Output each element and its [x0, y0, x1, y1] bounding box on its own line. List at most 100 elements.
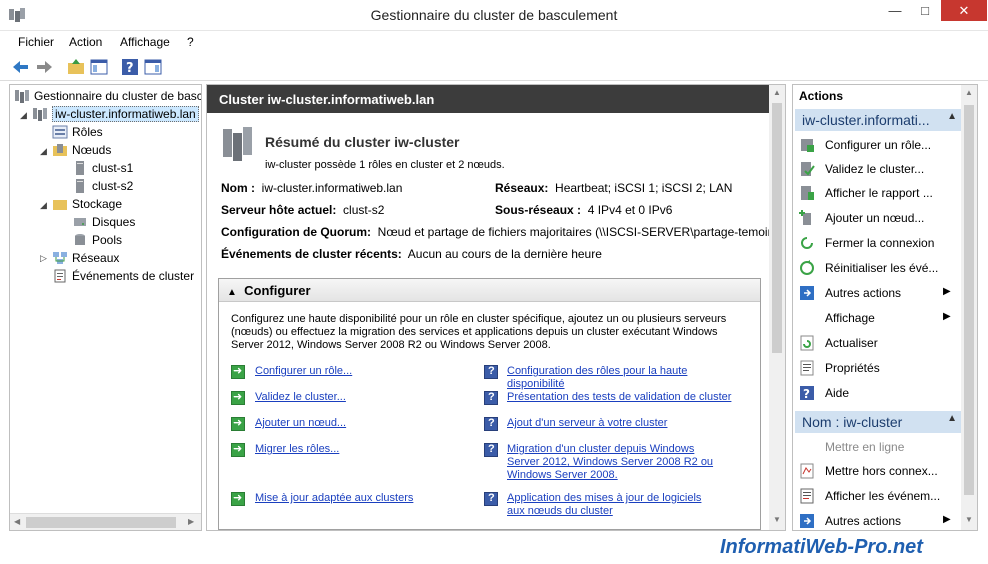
- link-config-roles-ha[interactable]: Configuration des rôles pour la haute di…: [507, 365, 747, 391]
- expand-networks-icon[interactable]: ▷: [40, 253, 47, 264]
- tree-cluster-events[interactable]: Événements de cluster: [52, 267, 194, 285]
- collapse-storage-icon[interactable]: ◢: [40, 200, 47, 211]
- center-pane: Cluster iw-cluster.informatiweb.lan Résu…: [206, 84, 786, 531]
- cluster-summary-icon: [223, 127, 252, 161]
- action-reinitialiser-evenements[interactable]: Réinitialiser les évé...: [799, 259, 938, 277]
- actions-section-name[interactable]: Nom : iw-cluster ▲: [795, 411, 961, 433]
- actions-vertical-scrollbar[interactable]: ▲ ▼: [961, 85, 977, 530]
- back-arrow-icon[interactable]: [11, 57, 31, 77]
- tree-node-clust-s2[interactable]: clust-s2: [72, 177, 133, 195]
- collapse-section-icon[interactable]: ▲: [947, 111, 957, 122]
- console-tree: Gestionnaire du cluster de basculement ◢…: [9, 84, 202, 531]
- prop-host-server: Serveur hôte actuel: clust-s2: [221, 203, 385, 217]
- summary-description: iw-cluster possède 1 rôles en cluster et…: [265, 159, 505, 171]
- action-autres-actions-1[interactable]: Autres actions: [799, 284, 901, 302]
- configurer-description: Configurez une haute disponibilité pour …: [231, 313, 727, 351]
- maximize-button[interactable]: □: [910, 0, 940, 21]
- minimize-button[interactable]: —: [880, 0, 910, 21]
- configurer-panel: ▲ Configurer Configurez une haute dispon…: [218, 278, 761, 530]
- action-proprietes[interactable]: Propriétés: [799, 359, 880, 377]
- collapse-nodes-icon[interactable]: ◢: [40, 146, 47, 157]
- tree-pools[interactable]: Pools: [72, 231, 122, 249]
- tree-disks[interactable]: Disques: [72, 213, 135, 231]
- collapse-cluster-icon[interactable]: ◢: [20, 110, 27, 121]
- action-mettre-en-ligne[interactable]: Mettre en ligne: [825, 438, 904, 456]
- action-arrow-icon: [231, 491, 245, 506]
- take-offline-icon: [800, 463, 814, 479]
- center-vertical-scrollbar[interactable]: ▲ ▼: [769, 85, 785, 530]
- tree-root[interactable]: Gestionnaire du cluster de basculement: [14, 87, 201, 105]
- help-book-icon: [484, 391, 498, 405]
- help-book-icon: [484, 492, 498, 506]
- help-icon: ?: [800, 386, 814, 401]
- menu-action[interactable]: Action: [69, 35, 102, 49]
- scroll-up-icon[interactable]: ▲: [773, 88, 781, 97]
- action-afficher-evenements[interactable]: Afficher les événem...: [799, 487, 940, 505]
- tree-networks[interactable]: Réseaux: [52, 249, 119, 267]
- action-autres-actions-2[interactable]: Autres actions: [799, 512, 901, 530]
- show-hide-tree-icon[interactable]: [89, 57, 109, 77]
- help-icon[interactable]: ?: [120, 57, 140, 77]
- scroll-down-icon[interactable]: ▼: [965, 515, 973, 524]
- minimize-icon: —: [888, 3, 902, 18]
- scroll-right-icon[interactable]: ▶: [188, 517, 194, 526]
- forward-arrow-icon[interactable]: [34, 57, 54, 77]
- action-configurer-role[interactable]: Configurer un rôle...: [799, 136, 931, 154]
- menu-fichier[interactable]: Fichier: [18, 35, 54, 49]
- storage-folder-icon: [53, 200, 67, 210]
- disk-icon: [74, 218, 86, 226]
- scroll-up-icon[interactable]: ▲: [965, 88, 973, 97]
- tree-nodes[interactable]: Nœuds: [52, 141, 111, 159]
- action-aide[interactable]: ? Aide: [799, 384, 849, 402]
- collapse-triangle-icon[interactable]: ▲: [227, 287, 237, 298]
- action-actualiser[interactable]: Actualiser: [799, 334, 878, 352]
- maximize-icon: □: [921, 3, 929, 18]
- link-ajout-serveur[interactable]: Ajout d'un serveur à votre cluster: [507, 417, 747, 430]
- link-configurer-role[interactable]: Configurer un rôle...: [255, 365, 352, 378]
- window-title: Gestionnaire du cluster de basculement: [370, 7, 618, 23]
- cluster-manager-icon: [15, 90, 29, 103]
- server-icon: [76, 161, 84, 175]
- configurer-header[interactable]: ▲ Configurer: [219, 279, 760, 302]
- action-validez-cluster[interactable]: Validez le cluster...: [799, 160, 924, 178]
- refresh-icon: [800, 335, 814, 351]
- menu-affichage[interactable]: Affichage: [120, 35, 170, 49]
- actions-section-cluster[interactable]: iw-cluster.informati... ▲: [795, 109, 961, 131]
- pool-icon: [75, 234, 85, 245]
- collapse-section-icon[interactable]: ▲: [947, 413, 957, 424]
- action-afficher-rapport[interactable]: Afficher le rapport ...: [799, 184, 933, 202]
- prop-subnets: Sous-réseaux : 4 IPv4 et 0 IPv6: [495, 203, 673, 217]
- link-ajouter-noeud[interactable]: Ajouter un nœud...: [255, 417, 346, 430]
- help-book-icon: [484, 417, 498, 431]
- up-folder-icon[interactable]: [66, 57, 86, 77]
- scroll-down-icon[interactable]: ▼: [773, 515, 781, 524]
- close-button[interactable]: ✕: [941, 0, 987, 21]
- help-book-icon: [484, 443, 498, 457]
- tree-horizontal-scrollbar[interactable]: ◀ ▶: [10, 513, 201, 530]
- link-tests-validation[interactable]: Présentation des tests de validation de …: [507, 391, 747, 404]
- action-mettre-hors-connexion[interactable]: Mettre hors connex...: [799, 462, 938, 480]
- prop-name: Nom : iw-cluster.informatiweb.lan: [221, 181, 403, 195]
- scroll-thumb[interactable]: [772, 103, 782, 353]
- link-migration-cluster[interactable]: Migration d'un cluster depuis Windows Se…: [507, 443, 717, 482]
- prop-quorum: Configuration de Quorum: Nœud et partage…: [221, 225, 779, 239]
- scroll-thumb[interactable]: [26, 517, 176, 528]
- link-validez-cluster[interactable]: Validez le cluster...: [255, 391, 346, 404]
- scroll-left-icon[interactable]: ◀: [14, 517, 20, 526]
- link-migrer-roles[interactable]: Migrer les rôles...: [255, 443, 339, 456]
- submenu-arrow-icon: ▶: [943, 311, 951, 322]
- action-affichage[interactable]: Affichage: [825, 309, 875, 327]
- show-hide-action-pane-icon[interactable]: [143, 57, 163, 77]
- prop-recent-events: Événements de cluster récents: Aucun au …: [221, 247, 602, 261]
- tree-roles[interactable]: Rôles: [52, 123, 103, 141]
- properties-icon: [800, 360, 814, 376]
- scroll-thumb[interactable]: [964, 105, 974, 495]
- link-mise-a-jour-clusters[interactable]: Mise à jour adaptée aux clusters: [255, 492, 413, 505]
- action-fermer-connexion[interactable]: Fermer la connexion: [799, 234, 934, 252]
- action-ajouter-noeud[interactable]: Ajouter un nœud...: [799, 209, 924, 227]
- menu-help[interactable]: ?: [187, 35, 194, 49]
- link-application-maj[interactable]: Application des mises à jour de logiciel…: [507, 492, 722, 518]
- tree-node-clust-s1[interactable]: clust-s1: [72, 159, 133, 177]
- tree-cluster[interactable]: iw-cluster.informatiweb.lan: [32, 105, 199, 123]
- tree-storage[interactable]: Stockage: [52, 195, 122, 213]
